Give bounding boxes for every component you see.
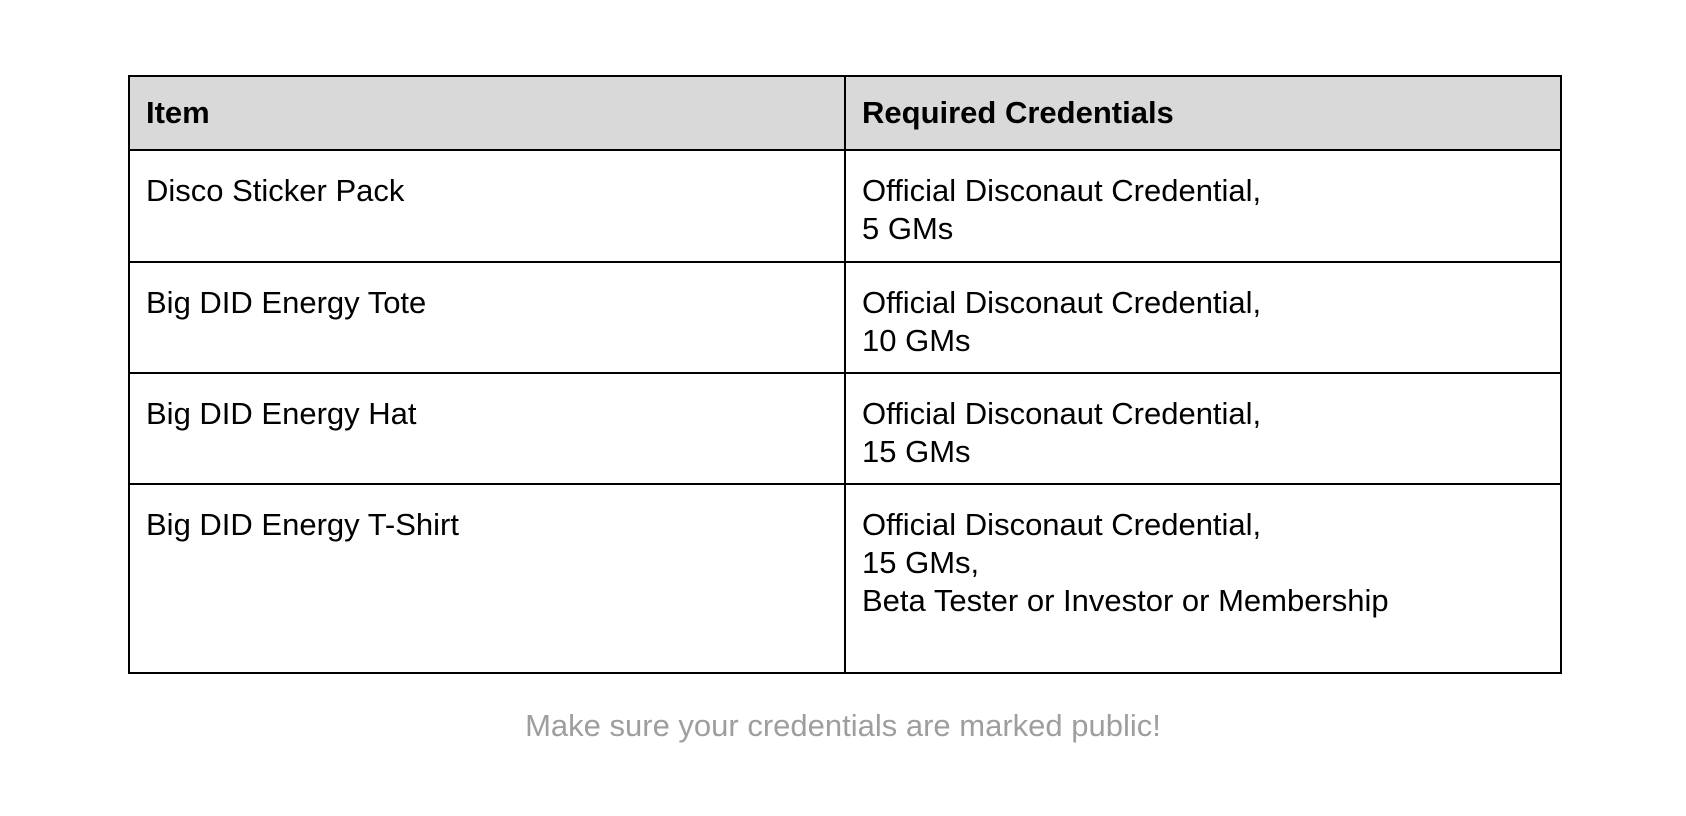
column-header-item: Item [128, 75, 846, 151]
table-row: Big DID Energy Tote Official Disconaut C… [128, 261, 1562, 374]
credentials-cell: Official Disconaut Credential, 5 GMs [844, 149, 1562, 263]
credential-line: Official Disconaut Credential, [862, 285, 1262, 320]
credentials-cell: Official Disconaut Credential, 15 GMs [844, 372, 1562, 485]
table-row: Disco Sticker Pack Official Disconaut Cr… [128, 149, 1562, 263]
credential-line: 5 GMs [862, 211, 954, 246]
table-row: Big DID Energy Hat Official Disconaut Cr… [128, 372, 1562, 485]
item-cell: Big DID Energy T-Shirt [128, 483, 846, 674]
table-header-row: Item Required Credentials [128, 75, 1562, 151]
credential-line: Official Disconaut Credential, [862, 396, 1262, 431]
credentials-cell: Official Disconaut Credential, 15 GMs, B… [844, 483, 1562, 674]
public-credentials-note: Make sure your credentials are marked pu… [525, 708, 1161, 743]
credential-line: Official Disconaut Credential, [862, 507, 1262, 542]
credential-line: 10 GMs [862, 323, 971, 358]
rewards-table-container: Item Required Credentials Disco Sticker … [128, 75, 1562, 674]
credential-line: Official Disconaut Credential, [862, 173, 1262, 208]
credentials-cell: Official Disconaut Credential, 10 GMs [844, 261, 1562, 374]
item-cell: Big DID Energy Tote [128, 261, 846, 374]
rewards-table: Item Required Credentials Disco Sticker … [128, 75, 1562, 674]
table-row: Big DID Energy T-Shirt Official Disconau… [128, 483, 1562, 674]
credential-line: 15 GMs, [862, 545, 980, 580]
column-header-required-credentials: Required Credentials [844, 75, 1562, 151]
credential-line: 15 GMs [862, 434, 971, 469]
item-cell: Big DID Energy Hat [128, 372, 846, 485]
credential-line: Beta Tester or Investor or Membership [862, 583, 1389, 618]
item-cell: Disco Sticker Pack [128, 149, 846, 263]
